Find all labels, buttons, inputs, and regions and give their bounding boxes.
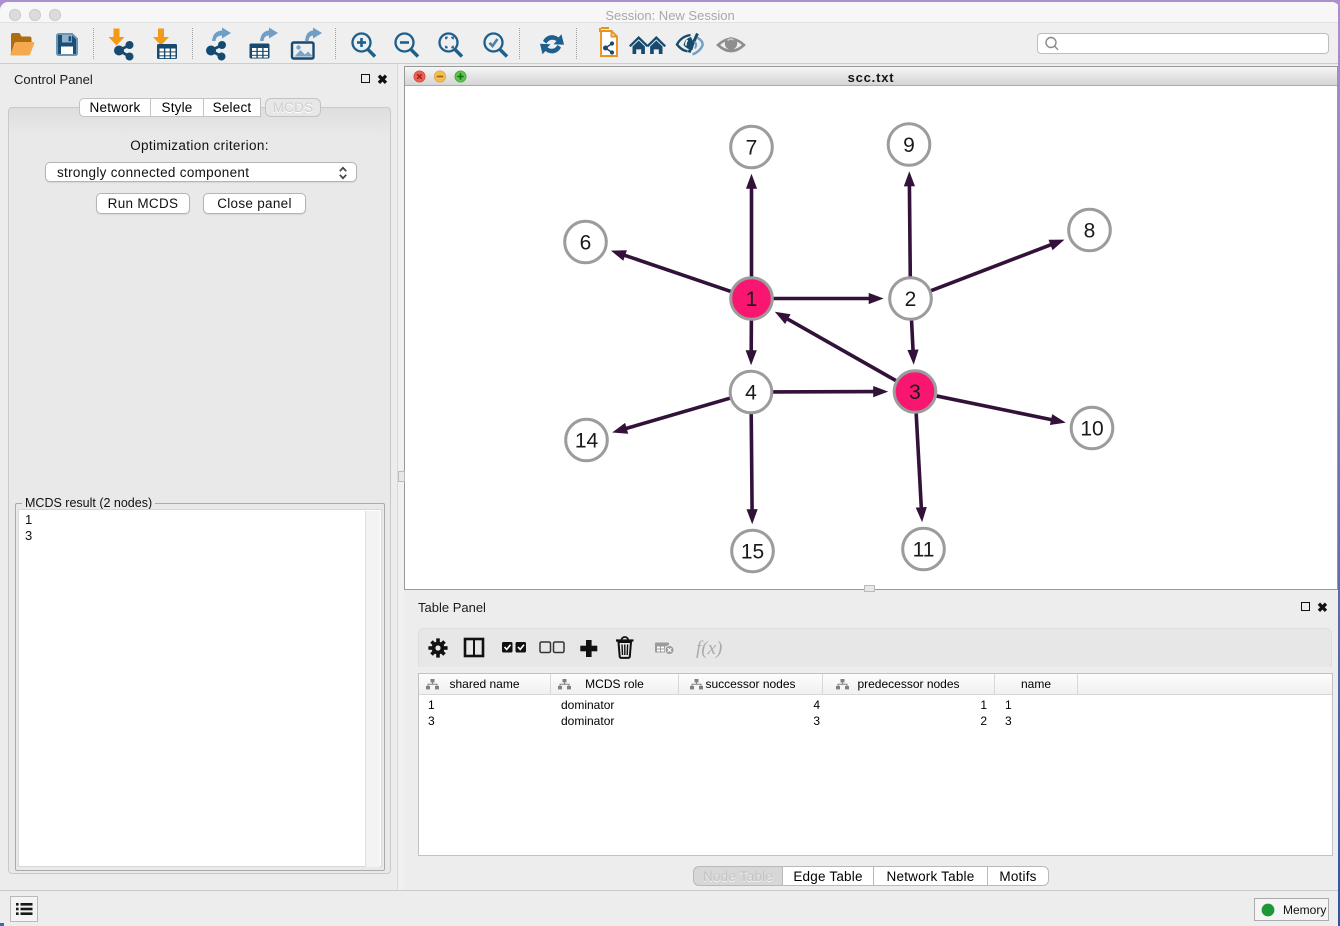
svg-text:2: 2	[905, 288, 917, 311]
svg-text:6: 6	[580, 232, 592, 255]
svg-text:9: 9	[903, 134, 915, 157]
svg-text:14: 14	[575, 430, 599, 453]
svg-text:1: 1	[746, 288, 758, 311]
svg-text:7: 7	[746, 137, 758, 160]
svg-text:10: 10	[1080, 418, 1103, 441]
svg-text:11: 11	[913, 539, 935, 562]
svg-text:4: 4	[745, 382, 757, 405]
svg-text:f(x): f(x)	[696, 638, 722, 659]
svg-text:8: 8	[1084, 220, 1096, 243]
svg-text:15: 15	[741, 541, 764, 564]
svg-text:3: 3	[909, 381, 921, 404]
